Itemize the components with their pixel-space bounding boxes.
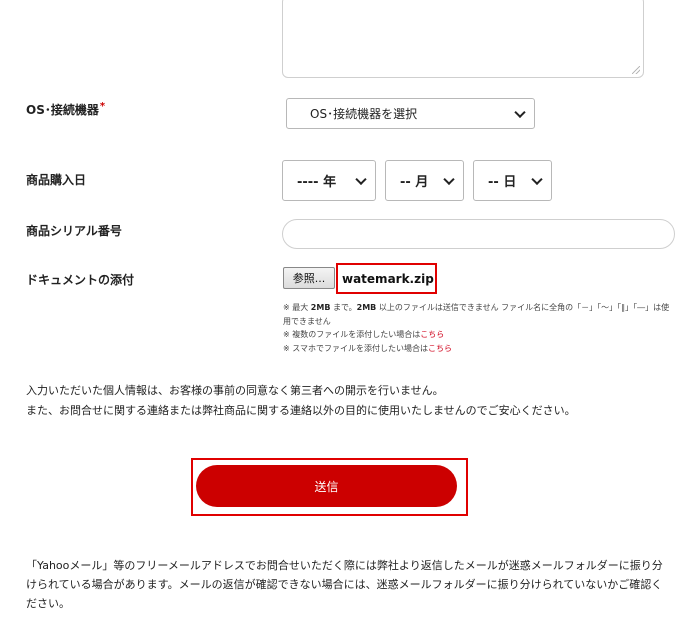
os-device-select-value: OS･接続機器を選択 [310,107,418,121]
serial-input[interactable] [282,219,675,249]
month-select[interactable]: -- 月 [385,160,464,201]
year-select[interactable]: ---- 年 [282,160,376,201]
os-device-label: OS･接続機器* [26,101,106,117]
month-select-value: -- 月 [400,175,429,190]
note-size-limit: ※ 最大 2MB まで。2MB 以上のファイルは送信できません ファイル名に全角… [283,303,670,312]
free-mail-notice: 「Yahooメール」等のフリーメールアドレスでお問合せいただく際には弊社より返信… [26,556,686,613]
purchase-date-label: 商品購入日 [26,173,87,187]
privacy-line-2: また、お問合せに関する連絡または弊社商品に関する連絡以外の目的に使用いたしません… [26,404,576,417]
footer-line-1: 「Yahooメール」等のフリーメールアドレスでお問合せいただく際には弊社より返信… [26,559,663,572]
serial-label: 商品シリアル番号 [26,224,122,238]
required-mark: * [99,101,106,112]
privacy-notice: 入力いただいた個人情報は、お客様の事前の同意なく第三者への開示を行いません。 ま… [26,381,686,421]
note-size-limit-cont: 用できません [283,316,331,326]
day-select-value: -- 日 [488,175,517,190]
browse-button[interactable]: 参照... [283,267,335,289]
day-select[interactable]: -- 日 [473,160,552,201]
chevron-down-icon [531,173,543,185]
submit-button[interactable]: 送信 [196,465,457,507]
footer-line-2: けられている場合があります。メールの返信が確認できない場合には、迷惑メールフォル… [26,578,663,591]
contact-form-page: OS･接続機器* OS･接続機器を選択 商品購入日 ---- 年 -- 月 --… [0,0,700,642]
footer-line-3: ださい。 [26,597,70,610]
message-textarea[interactable] [282,0,644,78]
attachment-label: ドキュメントの添付 [26,273,135,287]
note-multiple-files: ※ 複数のファイルを添付したい場合はこちら [283,330,445,339]
smartphone-link[interactable]: こちら [428,344,452,353]
chevron-down-icon [514,106,526,118]
year-select-value: ---- 年 [297,175,337,190]
chevron-down-icon [355,173,367,185]
note-smartphone: ※ スマホでファイルを添付したい場合はこちら [283,343,453,353]
privacy-line-1: 入力いただいた個人情報は、お客様の事前の同意なく第三者への開示を行いません。 [26,384,444,397]
resize-grip-icon[interactable] [632,66,640,74]
chevron-down-icon [443,173,455,185]
attached-file-name: watemark.zip [336,263,437,294]
multiple-files-link[interactable]: こちら [420,330,444,339]
attachment-notes: ※ 最大 2MB まで。2MB 以上のファイルは送信できません ファイル名に全角… [283,301,675,355]
os-device-select[interactable]: OS･接続機器を選択 [286,98,535,129]
